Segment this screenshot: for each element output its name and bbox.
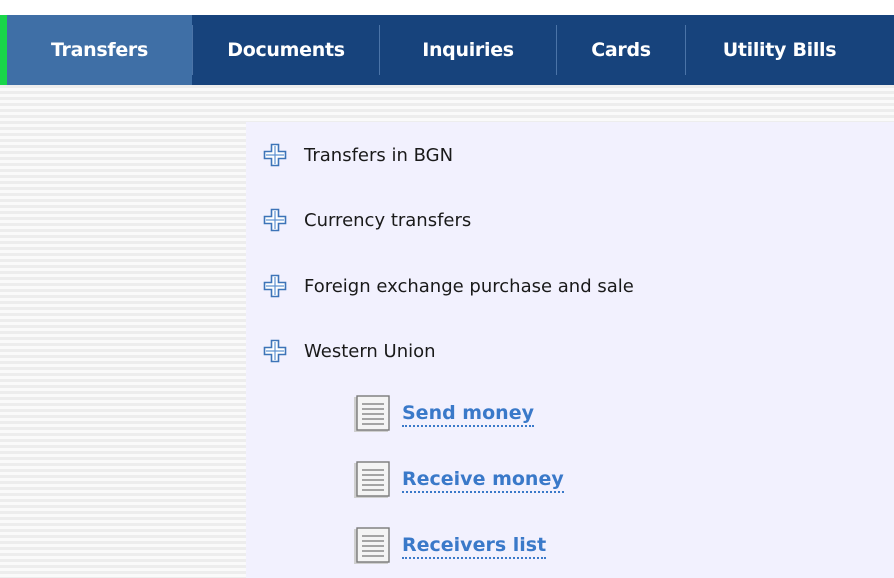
document-icon xyxy=(354,461,390,498)
tree-item-currency-transfers[interactable]: Currency transfers xyxy=(262,205,471,235)
tab-inquiries[interactable]: Inquiries xyxy=(380,15,556,85)
link-receive-money-row[interactable]: Receive money xyxy=(352,458,564,502)
link-send-money-row[interactable]: Send money xyxy=(352,392,534,436)
receive-money-link[interactable]: Receive money xyxy=(402,468,564,493)
top-navigation-bar: Transfers Documents Inquiries Cards Util… xyxy=(0,15,894,85)
plus-icon[interactable] xyxy=(262,207,288,233)
tree-item-western-union[interactable]: Western Union xyxy=(262,336,436,366)
plus-icon[interactable] xyxy=(262,338,288,364)
plus-icon[interactable] xyxy=(262,142,288,168)
plus-icon[interactable] xyxy=(262,273,288,299)
tree-item-transfers-in-bgn[interactable]: Transfers in BGN xyxy=(262,140,453,170)
send-money-link[interactable]: Send money xyxy=(402,402,534,427)
document-icon xyxy=(354,527,390,564)
document-icon xyxy=(354,395,390,432)
active-accent-bar xyxy=(0,15,7,85)
striped-band xyxy=(246,85,894,122)
page: Transfers Documents Inquiries Cards Util… xyxy=(0,0,894,578)
link-receivers-list-row[interactable]: Receivers list xyxy=(352,524,547,568)
tree-item-label: Transfers in BGN xyxy=(304,144,454,166)
tab-cards[interactable]: Cards xyxy=(557,15,685,85)
tab-transfers[interactable]: Transfers xyxy=(7,15,192,85)
tree-item-label: Foreign exchange purchase and sale xyxy=(304,275,634,297)
receivers-list-link[interactable]: Receivers list xyxy=(402,534,547,559)
tab-utility-bills[interactable]: Utility Bills xyxy=(686,15,873,85)
tree-item-label: Currency transfers xyxy=(304,209,472,231)
tree-item-label: Western Union xyxy=(304,340,436,362)
tree-item-foreign-exchange[interactable]: Foreign exchange purchase and sale xyxy=(262,271,634,301)
tab-documents[interactable]: Documents xyxy=(193,15,379,85)
